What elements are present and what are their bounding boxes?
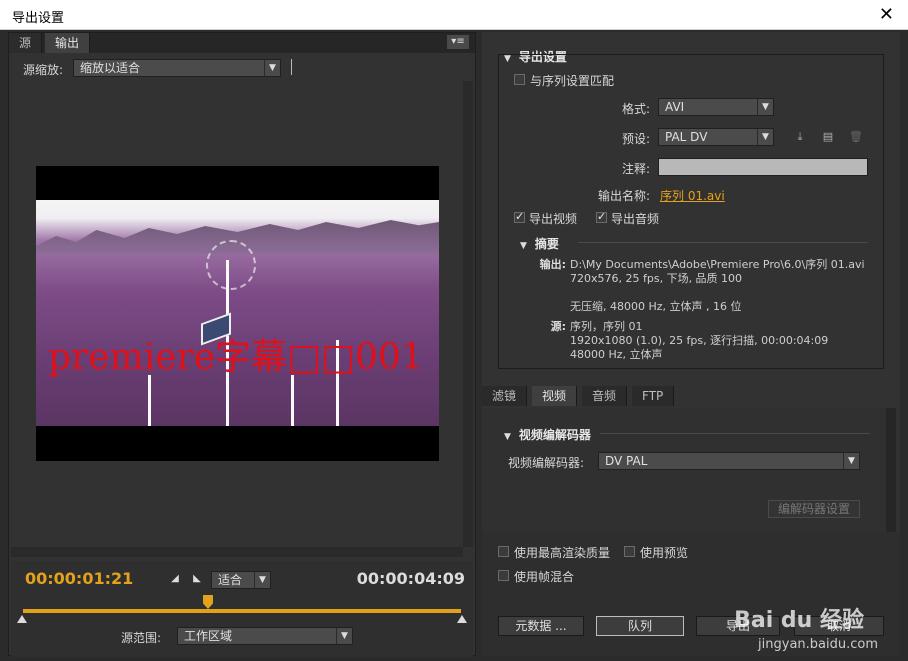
export-audio-checkbox[interactable] (596, 210, 607, 223)
comments-input[interactable] (658, 158, 868, 176)
zoom-fit-dropdown[interactable]: 适合 ▼ (211, 571, 271, 589)
video-codec-dropdown[interactable]: DV PAL ▼ (598, 452, 860, 470)
source-output-panel: 源 输出 ▾≡ 源缩放: 缩放以适合 ▼ premiere字幕□□001 00:… (8, 32, 476, 657)
panel-menu-icon[interactable]: ▾≡ (447, 35, 469, 49)
panel-tabs: 源 输出 ▾≡ (9, 33, 475, 53)
turbine-blades (206, 240, 256, 290)
output-name-link[interactable]: 序列 01.avi (660, 187, 725, 204)
summary-output-video: 720x576, 25 fps, 下场, 品质 100 (570, 272, 743, 285)
tab-audio[interactable]: 音频 (582, 386, 628, 406)
chevron-down-icon: ▼ (336, 628, 352, 644)
format-dropdown[interactable]: AVI ▼ (658, 98, 774, 116)
source-scale-label: 源缩放: (23, 63, 64, 77)
format-label: 格式: (621, 102, 650, 116)
chevron-down-icon: ▼ (843, 453, 859, 469)
source-scale-dropdown[interactable]: 缩放以适合 ▼ (73, 59, 281, 77)
video-codec-header[interactable]: ▼ 视频编解码器 (504, 426, 591, 443)
divider (291, 59, 292, 75)
chevron-down-icon: ▼ (757, 129, 773, 145)
chevron-down-icon: ▼ (254, 572, 270, 588)
max-render-checkbox[interactable] (498, 546, 509, 557)
frame-blend-checkbox[interactable] (498, 570, 509, 581)
output-name-label: 输出名称: (597, 189, 650, 203)
vertical-scrollbar[interactable] (463, 81, 473, 547)
delete-preset-icon[interactable]: 🗑 (848, 130, 864, 144)
tab-ftp[interactable]: FTP (632, 386, 675, 406)
video-image: premiere字幕□□001 (36, 200, 439, 426)
video-preview-area: premiere字幕□□001 (11, 81, 463, 547)
baidu-url: jingyan.baidu.com (758, 637, 878, 652)
use-previews-label: 使用预览 (640, 546, 689, 560)
summary-output-label: 输出: (539, 258, 566, 271)
chevron-down-icon: ▼ (264, 60, 280, 76)
timeline: 00:00:01:21 ◢ ◣ 适合 ▼ 00:00:04:09 源范围: 工作… (11, 561, 473, 657)
summary-divider (578, 242, 868, 243)
match-sequence-label: 与序列设置匹配 (530, 74, 615, 88)
range-end-handle[interactable] (457, 615, 467, 623)
subtitle-overlay: premiere字幕□□001 (48, 337, 424, 378)
summary-header[interactable]: ▼ 摘要 (520, 235, 559, 252)
tab-video[interactable]: 视频 (532, 386, 578, 406)
preset-value: PAL DV (665, 130, 708, 144)
export-settings-panel: ▼ 导出设置 与序列设置匹配 格式: AVI ▼ 预设: PAL DV ▼ ⤓ ▤… (482, 32, 900, 656)
video-codec-panel: ▼ 视频编解码器 视频编解码器: DV PAL ▼ 编解码器设置 (482, 408, 888, 532)
frame-blend-label: 使用帧混合 (514, 570, 575, 584)
codec-settings-button[interactable]: 编解码器设置 (768, 500, 860, 518)
settings-scrollbar[interactable] (886, 408, 896, 532)
collapse-triangle-icon: ▼ (520, 241, 527, 251)
export-video-label: 导出视频 (529, 212, 578, 226)
queue-button[interactable]: 队列 (596, 616, 684, 636)
format-value: AVI (665, 100, 685, 114)
video-codec-label: 视频编解码器: (508, 456, 585, 470)
import-preset-icon[interactable]: ▤ (820, 130, 836, 144)
render-options: 使用最高渲染质量 使用预览 使用帧混合 元数据 ... 队列 导出 取消 Bai… (482, 532, 900, 656)
mark-in-icon[interactable]: ◢ (169, 573, 181, 585)
source-range-dropdown[interactable]: 工作区域 ▼ (177, 627, 353, 645)
window-title: 导出设置 (12, 11, 65, 26)
codec-divider (600, 433, 870, 434)
close-icon[interactable]: ✕ (879, 4, 894, 25)
turbine-pole (291, 375, 294, 426)
tab-output[interactable]: 输出 (45, 33, 91, 53)
duration-timecode: 00:00:04:09 (356, 569, 465, 588)
metadata-button[interactable]: 元数据 ... (498, 616, 584, 636)
preset-dropdown[interactable]: PAL DV ▼ (658, 128, 774, 146)
use-previews-checkbox[interactable] (624, 546, 635, 557)
export-video-checkbox[interactable] (514, 210, 525, 223)
chevron-down-icon: ▼ (757, 99, 773, 115)
match-sequence-checkbox[interactable] (514, 74, 525, 85)
turbine-pole (148, 375, 151, 426)
collapse-triangle-icon: ▼ (504, 432, 511, 442)
tab-source[interactable]: 源 (9, 33, 43, 53)
zoom-fit-value: 适合 (218, 573, 243, 587)
summary-output-audio: 无压缩, 48000 Hz, 立体声 , 16 位 (570, 300, 742, 313)
source-range-label: 源范围: (121, 631, 162, 645)
range-start-handle[interactable] (17, 615, 27, 623)
save-preset-icon[interactable]: ⤓ (792, 130, 808, 144)
timeline-track[interactable] (23, 609, 461, 613)
summary-source-audio: 48000 Hz, 立体声 (570, 348, 663, 361)
video-frame: premiere字幕□□001 (36, 166, 439, 461)
settings-tabs: 滤镜 视频 音频 FTP (482, 386, 900, 406)
max-render-label: 使用最高渲染质量 (514, 546, 611, 560)
preset-label: 预设: (621, 132, 650, 146)
comments-label: 注释: (621, 162, 650, 176)
source-scale-value: 缩放以适合 (80, 61, 141, 75)
horizontal-scrollbar[interactable] (11, 547, 463, 557)
title-bar: 导出设置 ✕ (0, 0, 908, 30)
video-codec-value: DV PAL (605, 454, 648, 468)
mark-out-icon[interactable]: ◣ (191, 573, 203, 585)
summary-source-label: 源: (550, 320, 566, 333)
source-range-value: 工作区域 (184, 629, 233, 643)
playhead[interactable] (203, 595, 213, 609)
export-audio-label: 导出音频 (611, 212, 660, 226)
current-timecode[interactable]: 00:00:01:21 (25, 569, 133, 588)
baidu-logo: Bai du 经验 (734, 608, 864, 633)
tab-filters[interactable]: 滤镜 (482, 386, 528, 406)
